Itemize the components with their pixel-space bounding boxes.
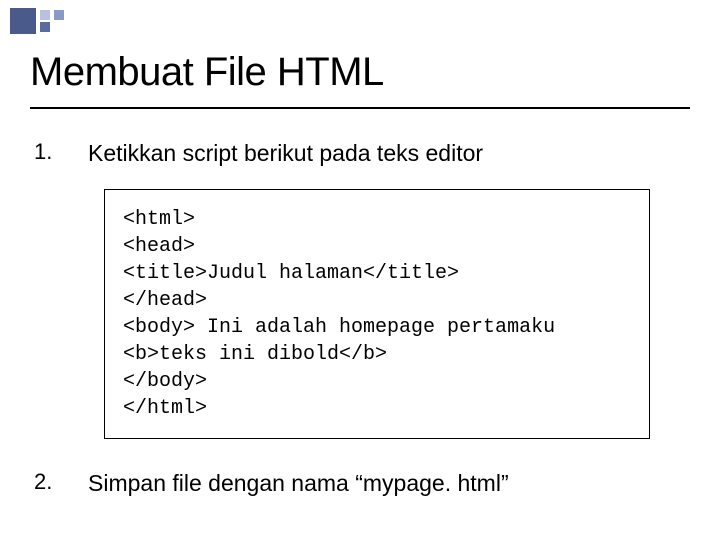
slide-content: Membuat File HTML 1. Ketikkan script ber… bbox=[0, 0, 720, 499]
code-line: </head> bbox=[123, 287, 631, 314]
code-line: </html> bbox=[123, 395, 631, 422]
slide-title: Membuat File HTML bbox=[30, 50, 690, 95]
code-line: <body> Ini adalah homepage pertamaku bbox=[123, 314, 631, 341]
list-item: 2. Simpan file dengan nama “mypage. html… bbox=[30, 469, 690, 499]
code-line: <b>teks ini dibold</b> bbox=[123, 341, 631, 368]
list-item: 1. Ketikkan script berikut pada teks edi… bbox=[30, 139, 690, 169]
code-box: <html> <head> <title>Judul halaman</titl… bbox=[104, 189, 650, 439]
code-line: </body> bbox=[123, 368, 631, 395]
slide-decoration bbox=[10, 8, 120, 40]
code-line: <title>Judul halaman</title> bbox=[123, 260, 631, 287]
title-divider bbox=[30, 107, 690, 109]
list-number: 1. bbox=[30, 139, 88, 165]
list-text: Ketikkan script berikut pada teks editor bbox=[88, 139, 483, 169]
code-line: <html> bbox=[123, 206, 631, 233]
list-number: 2. bbox=[30, 469, 88, 495]
list-text: Simpan file dengan nama “mypage. html” bbox=[88, 469, 509, 499]
code-line: <head> bbox=[123, 233, 631, 260]
